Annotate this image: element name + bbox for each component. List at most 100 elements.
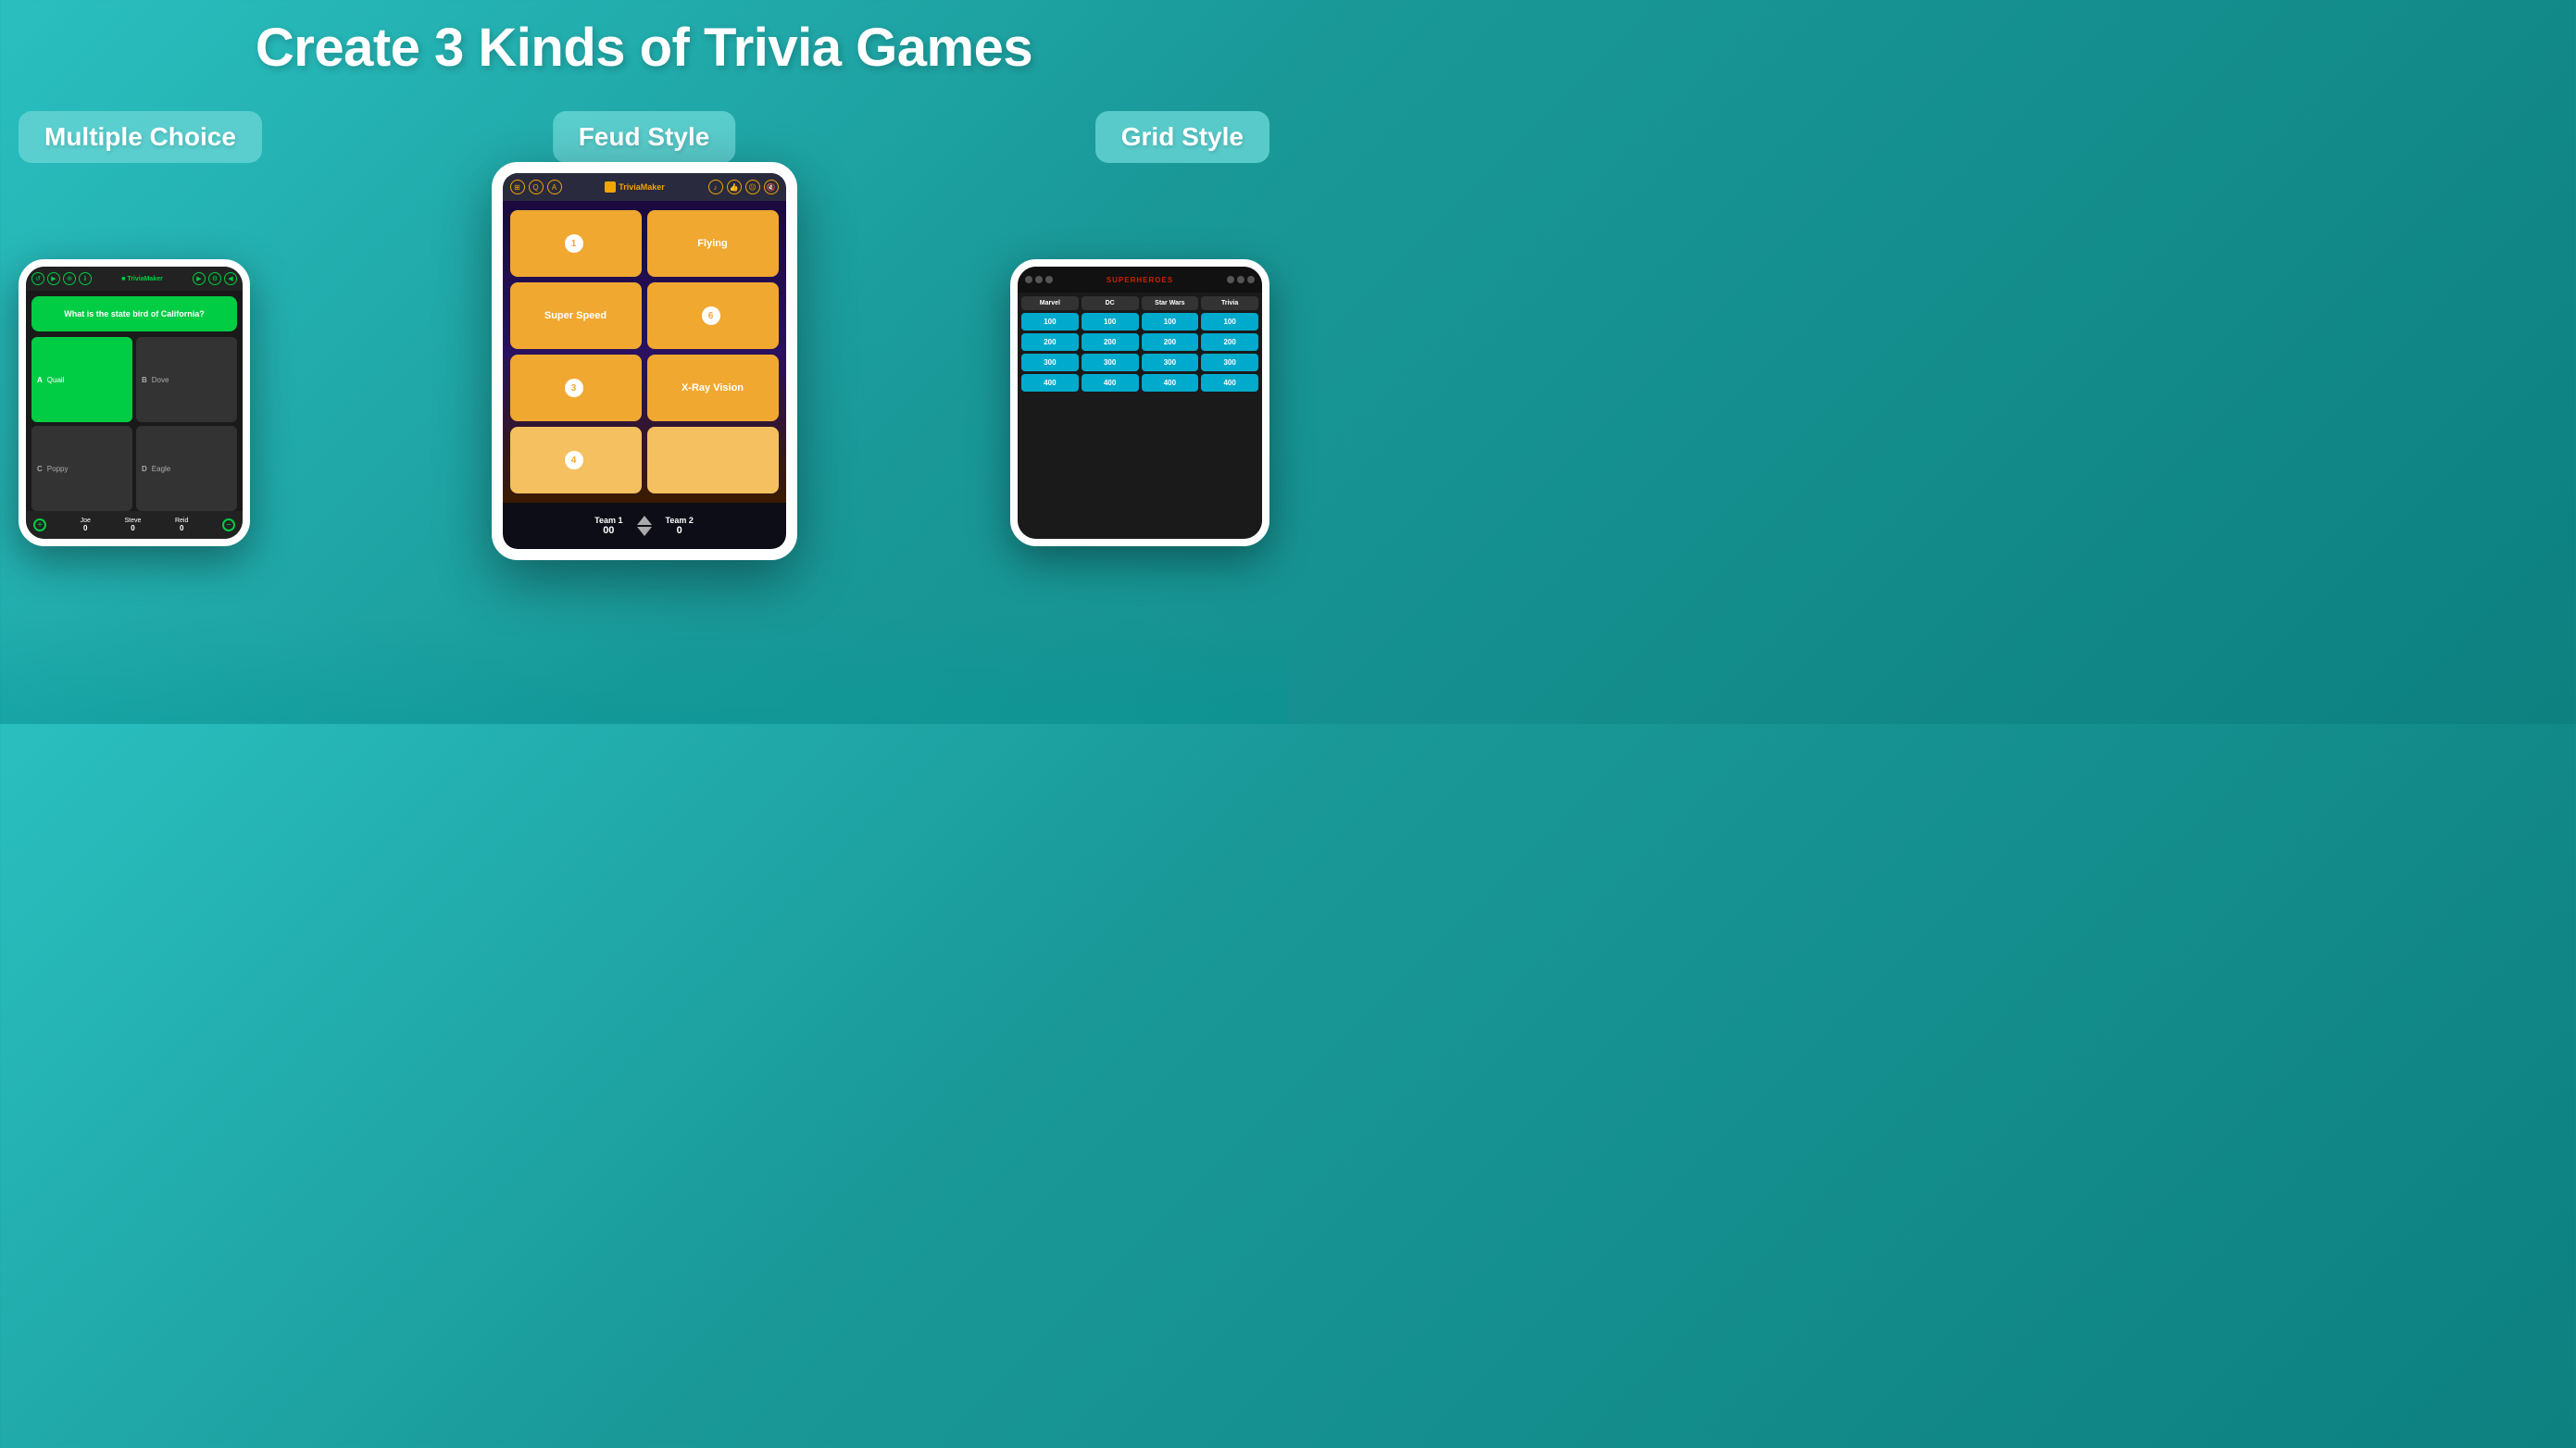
- mute-icon: 🔇: [764, 180, 779, 194]
- grid-dots-right: [1227, 276, 1255, 283]
- feud-number-3: 3: [565, 379, 583, 397]
- team2-points: 0: [666, 525, 694, 536]
- grid-cell-3-1[interactable]: 300: [1021, 354, 1079, 371]
- grid-cell-3-2[interactable]: 300: [1082, 354, 1139, 371]
- mc-letter-c: C: [37, 465, 43, 473]
- grid-cell-4-2[interactable]: 400: [1082, 374, 1139, 392]
- grid-col-dc: DC: [1082, 296, 1139, 310]
- mc-text-a: Quail: [47, 376, 65, 384]
- player3-score: Reid 0: [175, 518, 188, 532]
- grid-dot-5: [1237, 276, 1244, 283]
- grid-table: Marvel DC Star Wars Trivia 100 100 100 1…: [1018, 293, 1262, 539]
- grid-dots-left: [1025, 276, 1053, 283]
- grid-cell-3-4[interactable]: 300: [1201, 354, 1258, 371]
- music-icon: ♪: [708, 180, 723, 194]
- team2-score: Team 2 0: [666, 516, 694, 536]
- feud-cell-1: 1: [510, 210, 642, 277]
- grid-cell-4-3[interactable]: 400: [1142, 374, 1199, 392]
- feud-header-right: ♪ 👍 ☹ 🔇: [708, 180, 779, 194]
- grid-row-1: 100 100 100 100: [1021, 313, 1258, 331]
- player2-score: Steve 0: [124, 518, 141, 532]
- feud-app-logo: TriviaMaker: [605, 181, 665, 193]
- feud-cell-4: 4: [510, 427, 642, 493]
- mc-icon-4: ℹ: [79, 272, 92, 285]
- grid-icon: ⊞: [510, 180, 525, 194]
- feud-cell-empty: [647, 427, 779, 493]
- team1-points: 00: [594, 525, 622, 536]
- grid-cell-1-1[interactable]: 100: [1021, 313, 1079, 331]
- grid-cell-2-2[interactable]: 200: [1082, 333, 1139, 351]
- team1-score: Team 1 00: [594, 516, 622, 536]
- page-title: Create 3 Kinds of Trivia Games: [0, 0, 1288, 79]
- badge-grid-style: Grid Style: [1095, 111, 1269, 163]
- arrow-down-icon: [637, 527, 652, 536]
- player3-pts: 0: [175, 524, 188, 532]
- mc-app-logo: ■ TriviaMaker: [121, 276, 163, 282]
- mc-answers: A Quail B Dove C Poppy D Eagle: [26, 337, 243, 511]
- grid-row-3: 300 300 300 300: [1021, 354, 1258, 371]
- feud-cell-flying: Flying: [647, 210, 779, 277]
- grid-col-trivia: Trivia: [1201, 296, 1258, 310]
- grid-dot-1: [1025, 276, 1032, 283]
- player1-name: Joe: [81, 518, 91, 524]
- grid-col-marvel: Marvel: [1021, 296, 1079, 310]
- mc-answer-a: A Quail: [31, 337, 132, 422]
- feud-number-1: 1: [565, 234, 583, 253]
- mc-answer-d: D Eagle: [136, 426, 237, 511]
- q-icon: Q: [529, 180, 544, 194]
- badge-feud-style: Feud Style: [553, 111, 736, 163]
- feud-tablet: ⊞ Q A TriviaMaker ♪ 👍 ☹ 🔇 1 Flying Sup: [492, 162, 797, 560]
- mc-text-d: Eagle: [152, 465, 170, 473]
- mc-settings-icon: ⚙: [208, 272, 221, 285]
- grid-cell-1-3[interactable]: 100: [1142, 313, 1199, 331]
- trivia-logo-icon: [605, 181, 616, 193]
- team2-label: Team 2: [666, 516, 694, 525]
- grid-dot-2: [1035, 276, 1043, 283]
- feud-number-4: 4: [565, 451, 583, 469]
- grid-cell-2-3[interactable]: 200: [1142, 333, 1199, 351]
- thumbs-icon: 👍: [727, 180, 742, 194]
- grid-header: SUPERHEROES: [1018, 267, 1262, 293]
- grid-column-headers: Marvel DC Star Wars Trivia: [1021, 296, 1258, 310]
- mc-remove-btn[interactable]: −: [222, 518, 235, 531]
- reflection: [0, 613, 1288, 724]
- grid-row-2: 200 200 200 200: [1021, 333, 1258, 351]
- grid-cell-2-4[interactable]: 200: [1201, 333, 1258, 351]
- feud-cell-3: 3: [510, 355, 642, 421]
- grid-cell-1-2[interactable]: 100: [1082, 313, 1139, 331]
- grid-cell-2-1[interactable]: 200: [1021, 333, 1079, 351]
- grid-cell-3-3[interactable]: 300: [1142, 354, 1199, 371]
- arrow-up-icon: [637, 516, 652, 525]
- grid-cell-1-4[interactable]: 100: [1201, 313, 1258, 331]
- mc-letter-d: D: [142, 465, 147, 473]
- mc-letter-b: B: [142, 376, 147, 384]
- feud-cell-superspeed: Super Speed: [510, 282, 642, 349]
- badge-multiple-choice: Multiple Choice: [19, 111, 262, 163]
- player3-name: Reid: [175, 518, 188, 524]
- mc-answer-b: B Dove: [136, 337, 237, 422]
- mc-question: What is the state bird of California?: [31, 296, 237, 331]
- mc-letter-a: A: [37, 376, 43, 384]
- feud-header: ⊞ Q A TriviaMaker ♪ 👍 ☹ 🔇: [503, 173, 786, 201]
- mc-text-c: Poppy: [47, 465, 69, 473]
- grid-style-phone: SUPERHEROES Marvel DC Star Wars Trivia 1…: [1010, 259, 1269, 546]
- multiple-choice-phone: ↺ ▶ ⊕ ℹ ■ TriviaMaker ▶ ⚙ ◀ What is the …: [19, 259, 250, 546]
- team1-label: Team 1: [594, 516, 622, 525]
- mc-icon-2: ▶: [47, 272, 60, 285]
- grid-dot-4: [1227, 276, 1234, 283]
- grid-row-4: 400 400 400 400: [1021, 374, 1258, 392]
- mc-header: ↺ ▶ ⊕ ℹ ■ TriviaMaker ▶ ⚙ ◀: [26, 267, 243, 291]
- grid-dot-6: [1247, 276, 1255, 283]
- feud-number-6: 6: [702, 306, 720, 325]
- grid-cell-4-4[interactable]: 400: [1201, 374, 1258, 392]
- feud-header-icons: ⊞ Q A: [510, 180, 562, 194]
- mc-text-b: Dove: [152, 376, 169, 384]
- grid-cell-4-1[interactable]: 400: [1021, 374, 1079, 392]
- a-icon: A: [547, 180, 562, 194]
- mc-add-btn[interactable]: +: [33, 518, 46, 531]
- feud-cell-6: 6: [647, 282, 779, 349]
- score-arrows: [637, 516, 652, 536]
- player2-pts: 0: [124, 524, 141, 532]
- mc-back-icon: ◀: [224, 272, 237, 285]
- player2-name: Steve: [124, 518, 141, 524]
